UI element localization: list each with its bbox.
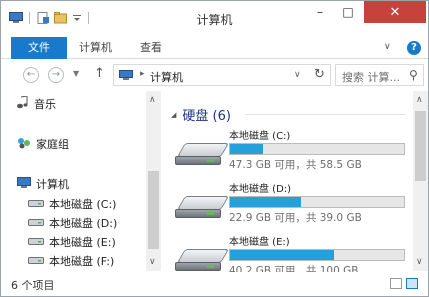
drive-icon (28, 198, 44, 211)
content-pane: ◢ 硬盘 (6) 本地磁盘 (C:) 47.3 GB 可用，共 58.5 GB … (163, 91, 413, 277)
nav-pane-scrollbar[interactable]: ∧ ∨ (146, 91, 161, 271)
details-view-icon[interactable] (390, 278, 402, 289)
music-icon (17, 95, 29, 112)
collapse-triangle-icon[interactable]: ◢ (171, 111, 176, 119)
close-button[interactable]: ✕ (364, 1, 426, 23)
nav-item-label: 计算机 (36, 178, 69, 191)
tab-view[interactable]: 查看 (140, 37, 162, 59)
hard-drive-icon (175, 192, 230, 226)
help-icon[interactable]: ? (407, 41, 421, 55)
title-bar: 计算机 – □ ✕ (1, 1, 428, 37)
search-box[interactable]: 搜索 计算... ⚲ (335, 64, 424, 86)
disk-item-c[interactable]: 本地磁盘 (C:) 47.3 GB 可用，共 58.5 GB (175, 127, 409, 181)
forward-button[interactable]: → (48, 67, 64, 83)
ribbon-tabs: 文件 计算机 查看 ∨ ? (1, 37, 428, 59)
expand-ribbon-icon[interactable]: ∨ (384, 42, 391, 52)
nav-item-label: 本地磁盘 (E:) (49, 236, 116, 249)
explorer-window: 计算机 – □ ✕ 文件 计算机 查看 ∨ ? ← → ▼ ↑ ▸ 计算机 ∨ … (0, 0, 429, 297)
recent-locations-icon[interactable]: ▼ (73, 69, 79, 78)
up-button[interactable]: ↑ (94, 66, 105, 81)
nav-item-label: 本地磁盘 (D:) (49, 217, 118, 230)
group-title: 硬盘 (6) (182, 109, 231, 124)
back-button[interactable]: ← (23, 67, 39, 83)
nav-item-label: 本地磁盘 (F:) (49, 255, 115, 268)
scroll-down-icon[interactable]: ∨ (149, 257, 156, 267)
usage-bar (229, 196, 405, 208)
content-scrollbar[interactable]: ∧ ∨ (413, 91, 428, 271)
large-icons-view-icon[interactable] (406, 278, 418, 289)
disk-name: 本地磁盘 (D:) (229, 184, 292, 195)
breadcrumb-chevron-icon[interactable]: ▸ (140, 69, 145, 79)
hard-drive-icon (175, 139, 230, 173)
nav-item-drive-e[interactable]: 本地磁盘 (E:) (28, 233, 116, 251)
drive-icon (28, 217, 44, 230)
maximize-button[interactable]: □ (335, 1, 361, 23)
breadcrumb[interactable]: 计算机 (150, 69, 183, 85)
scrollbar-thumb[interactable] (148, 171, 159, 249)
refresh-icon[interactable]: ↻ (314, 67, 325, 82)
computer-icon (17, 176, 31, 192)
scroll-up-icon[interactable]: ∧ (149, 95, 156, 105)
usage-bar (229, 143, 405, 155)
tab-computer[interactable]: 计算机 (79, 37, 112, 59)
usage-bar-fill (230, 144, 264, 154)
disk-name: 本地磁盘 (C:) (229, 131, 291, 142)
nav-item-computer[interactable]: 计算机 (17, 175, 69, 193)
search-icon[interactable]: ⚲ (409, 68, 418, 82)
nav-item-drive-d[interactable]: 本地磁盘 (D:) (28, 214, 117, 232)
nav-item-music[interactable]: 音乐 (17, 95, 56, 113)
nav-item-label: 本地磁盘 (C:) (49, 198, 117, 211)
nav-item-label: 音乐 (34, 98, 56, 111)
item-count: 6 个项目 (11, 279, 55, 292)
navigation-bar: ← → ▼ ↑ ▸ 计算机 ∨ ↻ 搜索 计算... ⚲ (1, 60, 428, 90)
address-bar[interactable]: ▸ 计算机 ∨ ↻ (113, 64, 331, 86)
nav-item-drive-f[interactable]: 本地磁盘 (F:) (28, 252, 114, 270)
minimize-button[interactable]: – (307, 1, 333, 23)
nav-item-drive-c[interactable]: 本地磁盘 (C:) (28, 195, 116, 213)
usage-bar-fill (230, 250, 335, 260)
nav-item-homegroup[interactable]: 家庭组 (17, 135, 69, 153)
search-input[interactable]: 搜索 计算... (342, 69, 400, 85)
scrollbar-thumb[interactable] (415, 111, 426, 181)
homegroup-icon (17, 137, 31, 152)
disk-item-d[interactable]: 本地磁盘 (D:) 22.9 GB 可用，共 39.0 GB (175, 180, 409, 234)
scroll-down-icon[interactable]: ∨ (416, 257, 423, 267)
tab-file[interactable]: 文件 (11, 37, 67, 59)
drive-icon (28, 255, 44, 268)
status-bar: 6 个项目 (1, 272, 428, 296)
disk-name: 本地磁盘 (E:) (229, 237, 290, 248)
group-header-hard-disks[interactable]: ◢ 硬盘 (6) (171, 105, 231, 124)
disk-free-space: 47.3 GB 可用，共 58.5 GB (229, 159, 362, 171)
group-divider (245, 114, 405, 115)
address-dropdown-icon[interactable]: ∨ (294, 70, 301, 80)
nav-item-label: 家庭组 (36, 138, 69, 151)
scroll-up-icon[interactable]: ∧ (416, 95, 423, 105)
disk-free-space: 22.9 GB 可用，共 39.0 GB (229, 212, 362, 224)
usage-bar-fill (230, 197, 302, 207)
computer-icon (119, 70, 133, 81)
usage-bar (229, 249, 405, 261)
navigation-pane: 音乐 家庭组 计算机 本地磁盘 (C:) 本地磁盘 (D:) 本地磁盘 (E:)… (1, 91, 161, 271)
drive-icon (28, 236, 44, 249)
